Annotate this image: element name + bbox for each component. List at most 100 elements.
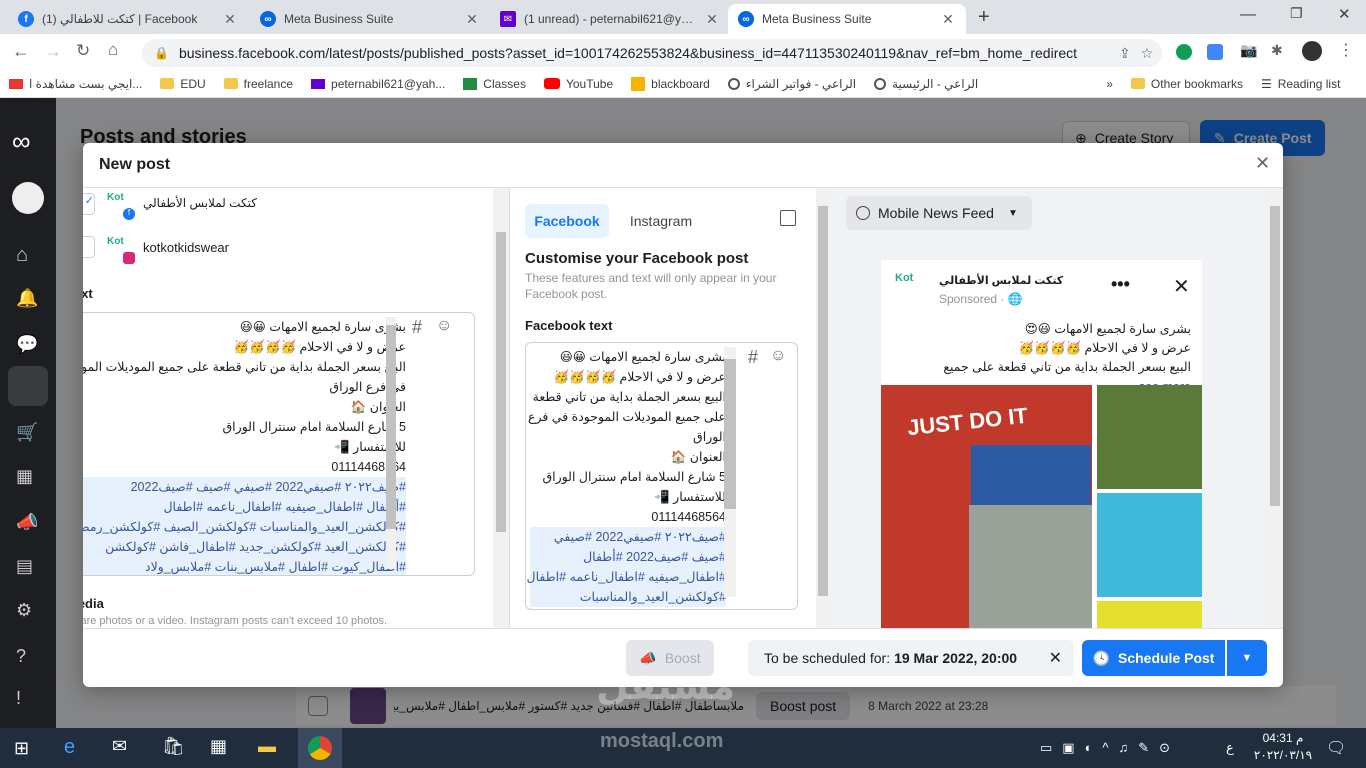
insights-icon[interactable]: ▤	[16, 556, 40, 580]
preview-scrollbar[interactable]	[1267, 188, 1283, 628]
close-icon[interactable]: ✕	[464, 11, 480, 28]
share-icon[interactable]: ⇪	[1119, 45, 1131, 62]
store-icon[interactable]: 🛍	[162, 736, 185, 757]
close-icon[interactable]: ✕	[1255, 153, 1270, 174]
split-view-icon[interactable]	[780, 210, 796, 226]
scroll-thumb[interactable]	[724, 359, 736, 509]
close-icon[interactable]: ✕	[704, 11, 720, 28]
bookmark-youtube[interactable]: YouTube	[535, 77, 622, 91]
schedule-post-button[interactable]: 🕓 Schedule Post	[1082, 640, 1225, 676]
close-icon[interactable]: ✕	[222, 11, 238, 28]
clock-time[interactable]: 04:31 م	[1248, 731, 1318, 745]
bookmarks-overflow[interactable]: »	[1097, 77, 1122, 91]
grammarly-extension-icon[interactable]	[1176, 44, 1192, 60]
business-suite-nav: ∞ ⌂ 🔔 💬 🛒 ▦ 📣 ▤ ⚙ ? !	[0, 98, 56, 728]
restore-icon[interactable]: ❐	[1290, 5, 1303, 22]
facebook-text-body[interactable]: بشرى سارة لجميع الامهات 😀😃 عرض و لا في ال…	[527, 347, 726, 607]
schedule-options-dropdown[interactable]: ▼	[1227, 640, 1267, 676]
system-tray-icons[interactable]: ▭▣◐^♫✎⊙	[1040, 740, 1180, 756]
youtube-icon	[543, 78, 560, 89]
editor-scrollbar[interactable]	[386, 317, 396, 569]
planner-icon[interactable]: ▦	[16, 466, 40, 490]
home-icon[interactable]: ⌂	[16, 244, 40, 268]
hashtag-line: #صيف #صيف2022 #أطفال	[530, 547, 726, 567]
bookmark-edu[interactable]: EDU	[151, 77, 214, 91]
meta-logo-icon[interactable]: ∞	[12, 126, 31, 157]
post-text-editor[interactable]: بشرى سارة لجميع الامهات 😀😃 عرض و لا في ال…	[83, 312, 475, 576]
facebook-account-name: كتكت لملابس الأطفالي	[143, 196, 257, 210]
clear-schedule-icon[interactable]: ✕	[1049, 648, 1062, 668]
post-text-body[interactable]: بشرى سارة لجميع الامهات 😀😃 عرض و لا في ال…	[83, 317, 406, 575]
bookmark-freelance[interactable]: freelance	[215, 77, 302, 91]
calculator-icon[interactable]: ▦	[210, 736, 227, 757]
hashtag-line: #كولكشن_العيد_والمناسبات	[530, 587, 726, 607]
scroll-thumb[interactable]	[818, 206, 828, 596]
more-options-icon[interactable]: •••	[1111, 274, 1130, 295]
tab-facebook-page[interactable]: f (1) كتكت للاطفالي | Facebook ✕	[8, 4, 248, 34]
translate-extension-icon[interactable]	[1207, 44, 1223, 60]
new-tab-button[interactable]: +	[978, 6, 990, 29]
address-bar[interactable]: 🔒 business.facebook.com/latest/posts/pub…	[142, 39, 1162, 67]
preview-placement-dropdown[interactable]: Mobile News Feed ▼	[846, 196, 1032, 230]
preview-page-name: كتكت لملابس الأطفالي	[939, 275, 1064, 287]
tab-facebook[interactable]: Facebook	[525, 204, 609, 238]
report-icon[interactable]: !	[16, 688, 40, 712]
bookmark-blackboard[interactable]: blackboard	[622, 76, 719, 91]
tab-meta-business-suite-active[interactable]: ∞ Meta Business Suite ✕	[728, 4, 966, 34]
compose-scrollbar[interactable]	[493, 188, 509, 628]
tab-meta-business-suite-1[interactable]: ∞ Meta Business Suite ✕	[250, 4, 490, 34]
reading-list[interactable]: ☰ Reading list	[1252, 77, 1349, 91]
notifications-bell-icon[interactable]: 🔔	[16, 288, 40, 312]
tab-yahoo-mail[interactable]: ✉ (1 unread) - peternabil621@yahoo ✕	[490, 4, 730, 34]
meta-icon: ∞	[260, 11, 276, 27]
customise-scrollbar[interactable]	[816, 188, 830, 628]
star-icon[interactable]: ☆	[1141, 45, 1154, 62]
bookmark-other[interactable]: Other bookmarks	[1122, 77, 1252, 91]
edge-icon[interactable]: e	[64, 736, 75, 759]
hashtag-line: #أطفال #اطفال_صيفيه #اطفال_ناعمه #اطفال	[83, 497, 406, 517]
commerce-icon[interactable]: 🛒	[16, 422, 40, 446]
inbox-icon[interactable]: 💬	[16, 334, 40, 358]
mail-icon[interactable]: ✉	[112, 736, 127, 757]
bookmark-classes[interactable]: Classes	[454, 77, 535, 91]
settings-gear-icon[interactable]: ⚙	[16, 600, 40, 624]
forward-arrow-icon[interactable]: →	[44, 41, 62, 62]
reload-icon[interactable]: ↻	[76, 41, 90, 61]
file-explorer-icon[interactable]: ▬	[258, 736, 276, 757]
tab-instagram[interactable]: Instagram	[617, 204, 705, 238]
window-close-icon[interactable]: ✕	[1338, 5, 1351, 23]
hashtag-icon[interactable]: #	[748, 347, 758, 368]
chrome-menu-icon[interactable]: ⋮	[1338, 40, 1354, 60]
help-icon[interactable]: ?	[16, 646, 40, 670]
scroll-thumb[interactable]	[386, 325, 396, 529]
hashtag-icon[interactable]: #	[412, 317, 422, 338]
windows-start-icon[interactable]: ⊞	[14, 738, 29, 759]
close-icon[interactable]: ✕	[1173, 274, 1190, 299]
editor-scrollbar[interactable]	[724, 347, 736, 597]
scroll-thumb[interactable]	[496, 232, 506, 532]
puzzle-extensions-icon[interactable]: ✱	[1271, 42, 1283, 59]
camera-extension-icon[interactable]: 📷	[1240, 42, 1257, 59]
home-icon[interactable]: ⌂	[108, 40, 118, 60]
bookmark-raai-home[interactable]: الراعي - الرئيسية	[865, 77, 987, 91]
facebook-account-checkbox[interactable]: ✓	[83, 193, 95, 215]
facebook-text-editor[interactable]: بشرى سارة لجميع الامهات 😀😃 عرض و لا في ال…	[525, 342, 798, 610]
ads-megaphone-icon[interactable]: 📣	[16, 512, 40, 536]
input-language[interactable]: ع	[1226, 740, 1234, 756]
emoji-icon[interactable]: ☺	[436, 317, 452, 335]
scroll-thumb[interactable]	[1270, 206, 1280, 506]
posts-nav-active[interactable]	[8, 366, 48, 406]
bookmark-raai-invoices[interactable]: الراعي - فواتير الشراء	[719, 77, 865, 91]
profile-avatar[interactable]	[1302, 41, 1322, 61]
chrome-taskbar-active[interactable]	[298, 728, 342, 768]
back-arrow-icon[interactable]: ←	[12, 41, 30, 62]
minimize-icon[interactable]: —	[1240, 6, 1256, 24]
page-avatar[interactable]	[12, 182, 44, 214]
close-icon[interactable]: ✕	[940, 11, 956, 28]
notifications-icon[interactable]: 🗨	[1326, 738, 1346, 758]
bookmark-yahoo[interactable]: peternabil621@yah...	[302, 77, 454, 91]
instagram-account-checkbox[interactable]	[83, 236, 95, 258]
bookmark-egybest[interactable]: ايجي بست مشاهدة ا...	[0, 77, 151, 91]
emoji-icon[interactable]: ☺	[770, 347, 786, 365]
clock-date[interactable]: ٢٠٢٢/٠٣/١٩	[1248, 748, 1318, 762]
